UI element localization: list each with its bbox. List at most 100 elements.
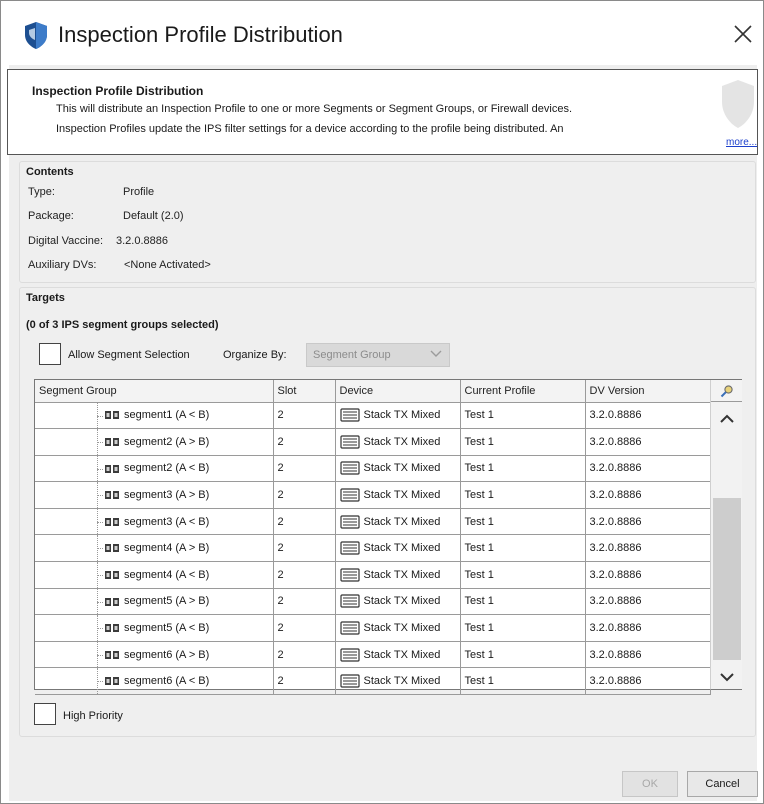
close-button[interactable] xyxy=(728,19,758,49)
segment-cell: segment6 (A < B) xyxy=(35,667,274,696)
device-name: Stack TX Mixed xyxy=(363,462,441,475)
table-row[interactable]: segment2 (A > B) 2 Stack TX Mixed Test 1 3.2… xyxy=(35,428,711,456)
table-row[interactable]: segment3 (A < B) 2 Stack TX Mixed Test 1 3.2… xyxy=(35,508,711,536)
device-cell: Stack TX Mixed xyxy=(335,534,461,563)
segment-name: segment5 (A < B) xyxy=(124,622,210,635)
table-row[interactable]: segment5 (A > B) 2 Stack TX Mixed Test 1 3.2… xyxy=(35,588,711,616)
device-name: Stack TX Mixed xyxy=(363,595,441,608)
package-label: Package: xyxy=(28,210,74,222)
segment-name: segment4 (A < B) xyxy=(124,568,210,581)
column-header-current-profile[interactable]: Current Profile xyxy=(460,380,586,403)
slot-cell: 2 xyxy=(273,641,336,669)
column-header-segment-group[interactable]: Segment Group xyxy=(35,380,274,403)
segment-cell: segment3 (A > B) xyxy=(35,481,274,509)
ok-button[interactable]: OK xyxy=(622,771,678,797)
segment-cell: segment5 (A < B) xyxy=(35,614,274,642)
search-icon xyxy=(720,384,733,397)
segment-name: segment1 (A < B) xyxy=(124,409,210,422)
vertical-scrollbar[interactable] xyxy=(710,380,742,689)
device-icon xyxy=(339,621,360,635)
segment-icon xyxy=(105,517,119,526)
table-row[interactable]: segment5 (A < B) 2 Stack TX Mixed Test 1 3.2… xyxy=(35,614,711,642)
chevron-down-icon xyxy=(430,350,442,357)
segment-icon xyxy=(105,597,119,606)
shield-icon xyxy=(25,22,47,49)
dv-version-cell: 3.2.0.8886 xyxy=(585,614,711,642)
segment-icon xyxy=(105,464,119,473)
contents-title: Contents xyxy=(26,166,74,178)
device-icon xyxy=(339,648,360,662)
close-icon xyxy=(734,25,752,43)
device-name: Stack TX Mixed xyxy=(363,515,441,528)
window-title: Inspection Profile Distribution xyxy=(58,22,343,47)
device-name: Stack TX Mixed xyxy=(363,488,441,501)
table-row[interactable]: segment6 (A > B) 2 Stack TX Mixed Test 1 3.2… xyxy=(35,641,711,669)
segments-table: Segment Group Slot Device Current Profil… xyxy=(34,379,742,696)
device-name: Stack TX Mixed xyxy=(363,648,441,661)
device-cell: Stack TX Mixed xyxy=(335,428,461,456)
selection-summary: (0 of 3 IPS segment groups selected) xyxy=(26,319,219,331)
tree-branch xyxy=(97,415,103,417)
watermark-shield-icon xyxy=(722,80,754,128)
device-cell: Stack TX Mixed xyxy=(335,455,461,483)
slot-cell: 2 xyxy=(273,588,336,616)
table-search-button[interactable] xyxy=(711,380,742,402)
tree-branch xyxy=(97,601,103,603)
dv-version-cell: 3.2.0.8886 xyxy=(585,508,711,536)
segment-cell: segment2 (A < B) xyxy=(35,455,274,483)
segment-name: segment6 (A > B) xyxy=(124,648,210,661)
chevron-up-icon[interactable] xyxy=(718,410,736,428)
segment-name: segment4 (A > B) xyxy=(124,542,210,555)
column-header-slot[interactable]: Slot xyxy=(273,380,336,403)
current-profile-cell: Test 1 xyxy=(460,428,586,456)
organize-by-dropdown[interactable]: Segment Group xyxy=(306,343,450,367)
table-row[interactable]: segment3 (A > B) 2 Stack TX Mixed Test 1 3.2… xyxy=(35,481,711,509)
digital-vaccine-value: 3.2.0.8886 xyxy=(116,235,168,247)
column-header-device[interactable]: Device xyxy=(335,380,461,403)
table-row[interactable]: segment1 (A < B) 2 Stack TX Mixed Test 1 3.2… xyxy=(35,402,711,430)
tree-branch xyxy=(97,575,103,577)
current-profile-cell: Test 1 xyxy=(460,588,586,616)
chevron-down-icon[interactable] xyxy=(718,668,736,686)
tree-branch xyxy=(97,442,103,444)
dv-version-cell: 3.2.0.8886 xyxy=(585,428,711,456)
segment-icon xyxy=(105,650,119,659)
allow-segment-selection-checkbox[interactable] xyxy=(39,343,61,365)
table-row[interactable]: segment6 (A < B) 2 Stack TX Mixed Test 1 3.2… xyxy=(35,667,711,696)
device-cell: Stack TX Mixed xyxy=(335,402,461,430)
slot-cell: 2 xyxy=(273,667,336,696)
segment-name: segment5 (A > B) xyxy=(124,595,210,608)
banner-description-line-2: Inspection Profiles update the IPS filte… xyxy=(56,123,564,135)
organize-by-label: Organize By: xyxy=(223,349,287,361)
device-icon xyxy=(339,488,360,502)
current-profile-cell: Test 1 xyxy=(460,667,586,696)
current-profile-cell: Test 1 xyxy=(460,534,586,563)
table-row[interactable]: segment4 (A > B) 2 Stack TX Mixed Test 1 3.2… xyxy=(35,534,711,563)
segment-name: segment2 (A < B) xyxy=(124,462,210,475)
digital-vaccine-label: Digital Vaccine: xyxy=(28,235,103,247)
tree-branch xyxy=(97,681,103,683)
device-name: Stack TX Mixed xyxy=(363,621,441,634)
auxiliary-dvs-label: Auxiliary DVs: xyxy=(28,259,97,271)
segment-name: segment3 (A > B) xyxy=(124,489,210,502)
cancel-button[interactable]: Cancel xyxy=(687,771,758,797)
table-row[interactable]: segment2 (A < B) 2 Stack TX Mixed Test 1 3.2… xyxy=(35,455,711,483)
dv-version-cell: 3.2.0.8886 xyxy=(585,481,711,509)
more-link[interactable]: more... xyxy=(726,137,757,148)
device-icon xyxy=(339,461,360,476)
type-value: Profile xyxy=(123,186,155,198)
column-header-dv-version[interactable]: DV Version xyxy=(585,380,711,403)
scrollbar-thumb[interactable] xyxy=(713,498,741,660)
title-bar: Inspection Profile Distribution xyxy=(1,1,763,63)
table-row[interactable]: segment4 (A < B) 2 Stack TX Mixed Test 1 3.2… xyxy=(35,561,711,589)
segment-cell: segment5 (A > B) xyxy=(35,588,274,616)
device-cell: Stack TX Mixed xyxy=(335,588,461,616)
device-cell: Stack TX Mixed xyxy=(335,508,461,536)
device-name: Stack TX Mixed xyxy=(363,409,441,422)
current-profile-cell: Test 1 xyxy=(460,481,586,509)
slot-cell: 2 xyxy=(273,428,336,456)
tree-branch xyxy=(97,521,103,523)
dv-version-cell: 3.2.0.8886 xyxy=(585,561,711,589)
current-profile-cell: Test 1 xyxy=(460,614,586,642)
high-priority-checkbox[interactable] xyxy=(34,703,56,725)
